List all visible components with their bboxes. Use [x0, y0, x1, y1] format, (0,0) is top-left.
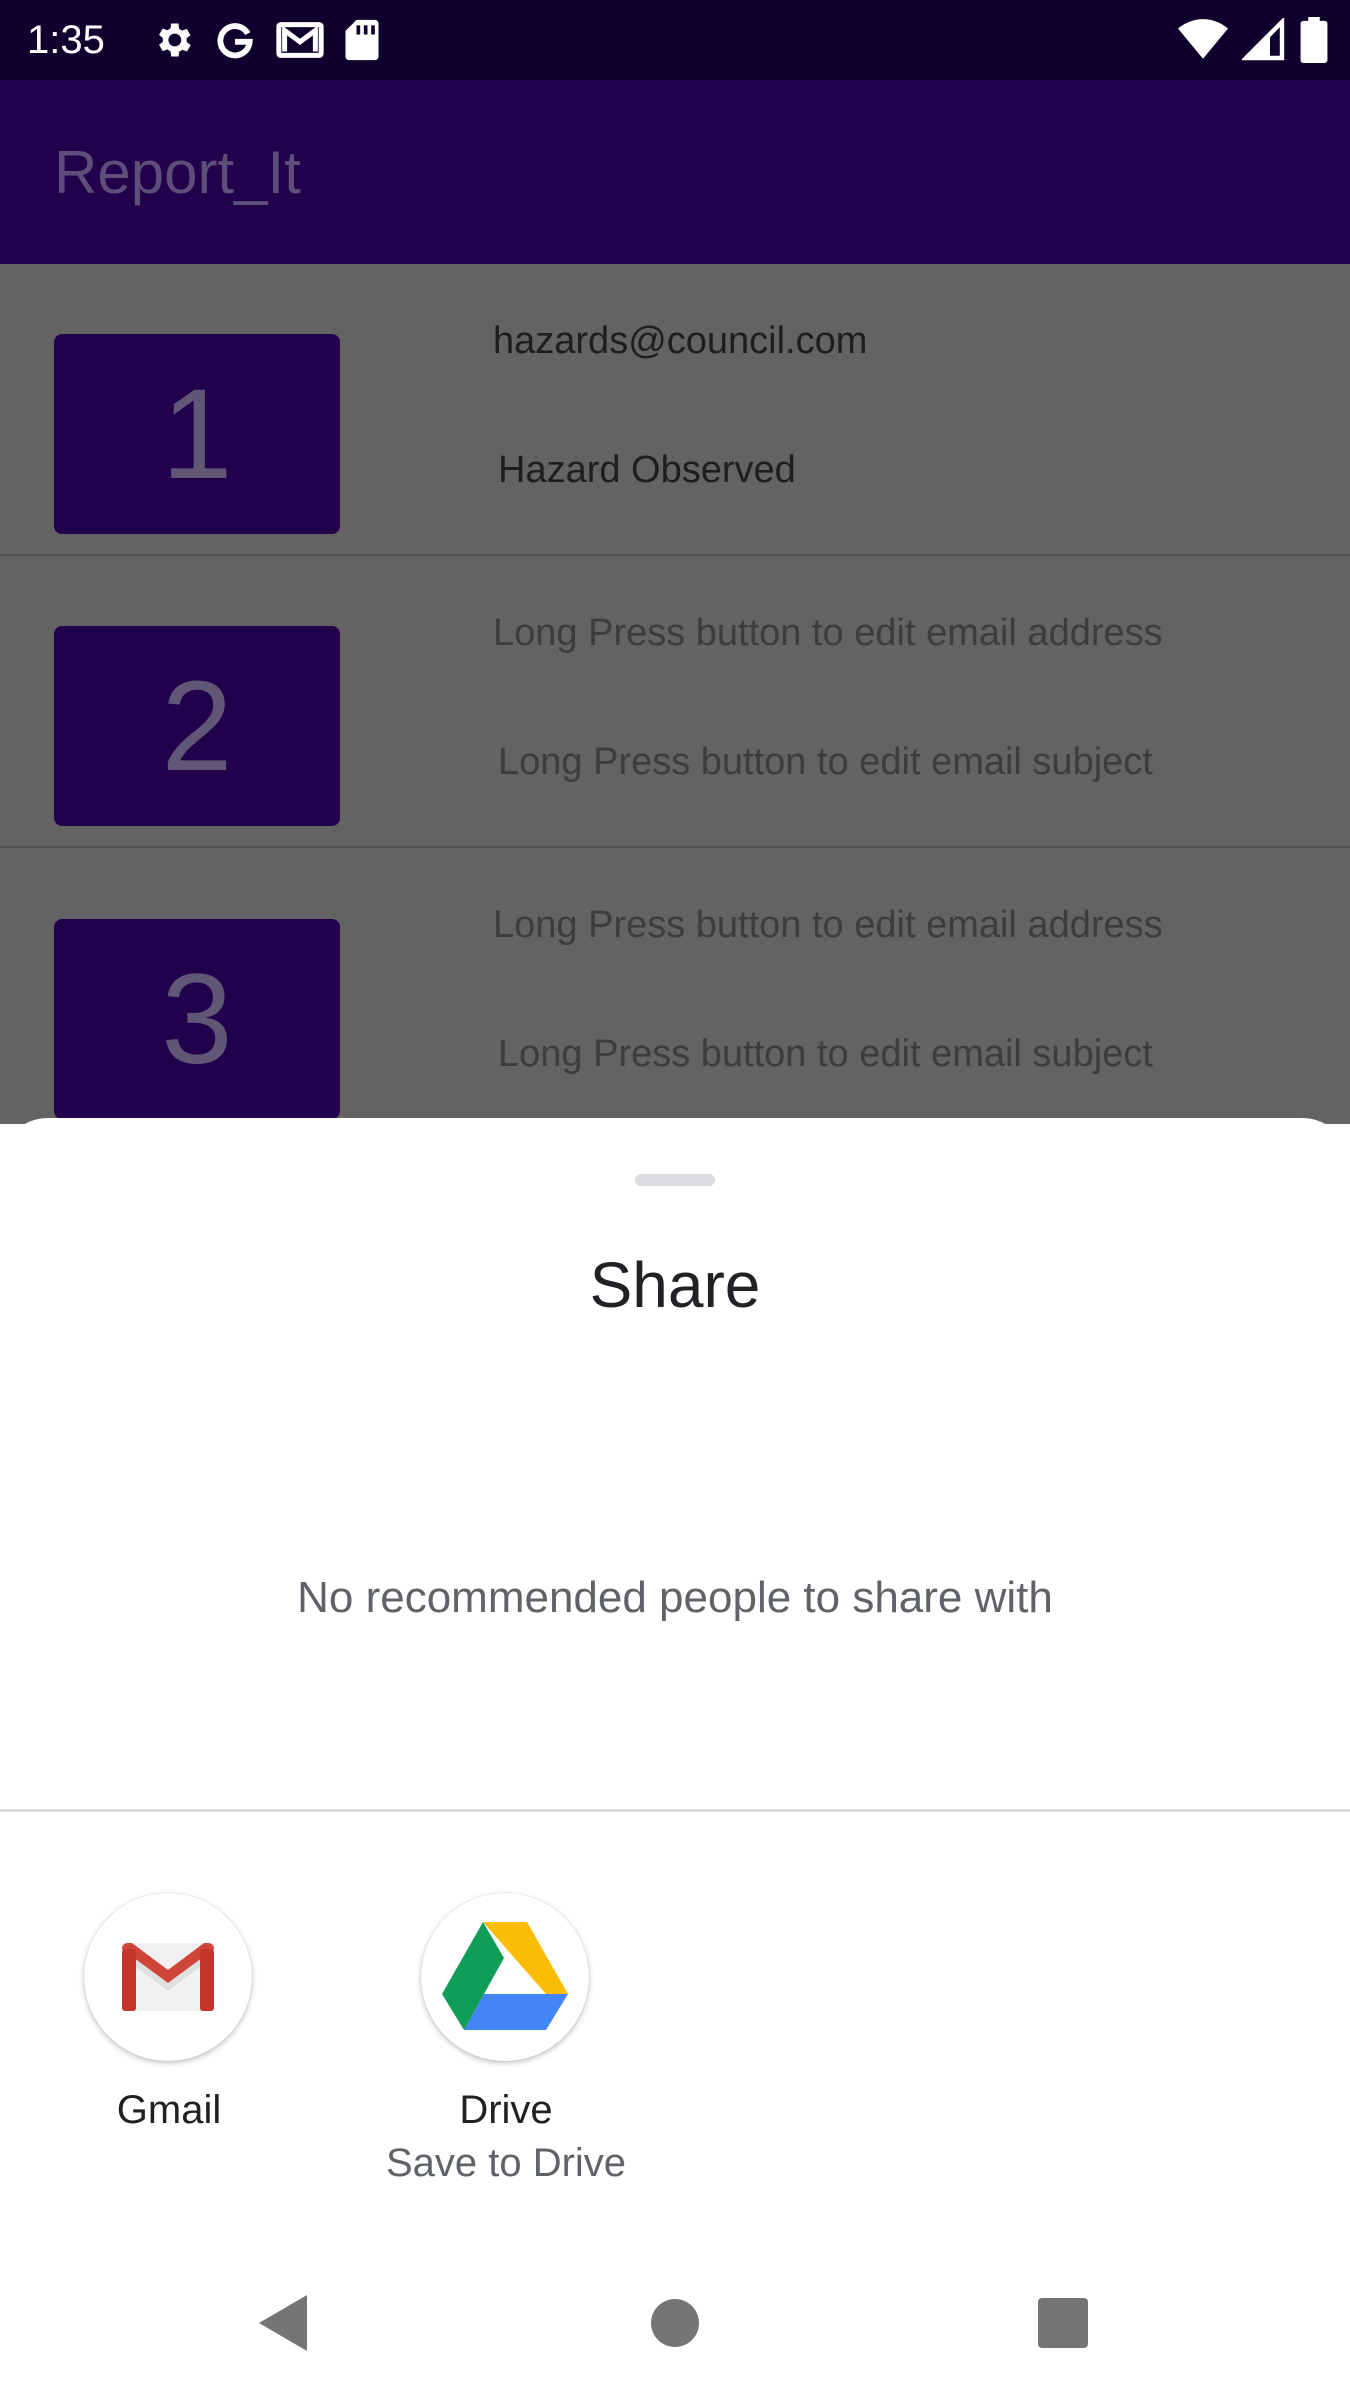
- email-address-label: Long Press button to edit email address: [493, 904, 1163, 946]
- wifi-icon: [1178, 0, 1228, 80]
- share-target-drive[interactable]: Drive Save to Drive: [337, 1893, 675, 2213]
- google-icon: [213, 0, 257, 80]
- share-title: Share: [589, 1249, 761, 1321]
- signal-icon: [1242, 0, 1286, 80]
- google-drive-icon: [421, 1893, 589, 2061]
- email-subject-label: Long Press button to edit email subject: [498, 741, 1153, 783]
- list-item: 2 Long Press button to edit email addres…: [0, 556, 1350, 848]
- email-address-label: Long Press button to edit email address: [493, 612, 1163, 654]
- navigation-bar: [0, 2240, 1350, 2400]
- email-subject-label: Long Press button to edit email subject: [498, 1033, 1153, 1075]
- email-address-label: hazards@council.com: [493, 320, 868, 362]
- gmail-icon: [84, 1893, 252, 2061]
- list-item: 3 Long Press button to edit email addres…: [0, 848, 1350, 1140]
- app-sublabel: Save to Drive: [385, 2141, 627, 2185]
- list-item: 1 hazards@council.com Hazard Observed: [0, 264, 1350, 556]
- status-bar: 1:35: [0, 0, 1350, 80]
- app-bar: Report_It: [0, 80, 1350, 264]
- report-button-2[interactable]: 2: [54, 626, 340, 826]
- recents-icon[interactable]: [1028, 2288, 1098, 2358]
- no-recommendations-message: No recommended people to share with: [297, 1573, 1053, 1622]
- divider: [0, 1809, 1350, 1812]
- home-icon[interactable]: [640, 2288, 710, 2358]
- battery-icon: [1300, 0, 1328, 80]
- report-button-3[interactable]: 3: [54, 919, 340, 1119]
- share-target-gmail[interactable]: Gmail: [0, 1893, 338, 2213]
- app-label: Drive: [459, 2088, 553, 2132]
- gmail-icon: [275, 0, 325, 80]
- share-sheet: Share No recommended people to share wit…: [0, 1118, 1350, 2400]
- settings-icon: [151, 0, 195, 80]
- system-icons: [1178, 0, 1328, 80]
- status-time: 1:35: [27, 17, 105, 62]
- app-title: Report_It: [54, 139, 301, 206]
- sd-card-icon: [343, 0, 381, 80]
- notification-icons: [151, 0, 381, 80]
- drag-handle[interactable]: [635, 1174, 715, 1186]
- email-button-list: 1 hazards@council.com Hazard Observed 2 …: [0, 264, 1350, 1124]
- email-subject-label: Hazard Observed: [498, 449, 796, 491]
- back-icon[interactable]: [248, 2288, 318, 2358]
- app-label: Gmail: [116, 2088, 222, 2132]
- report-button-1[interactable]: 1: [54, 334, 340, 534]
